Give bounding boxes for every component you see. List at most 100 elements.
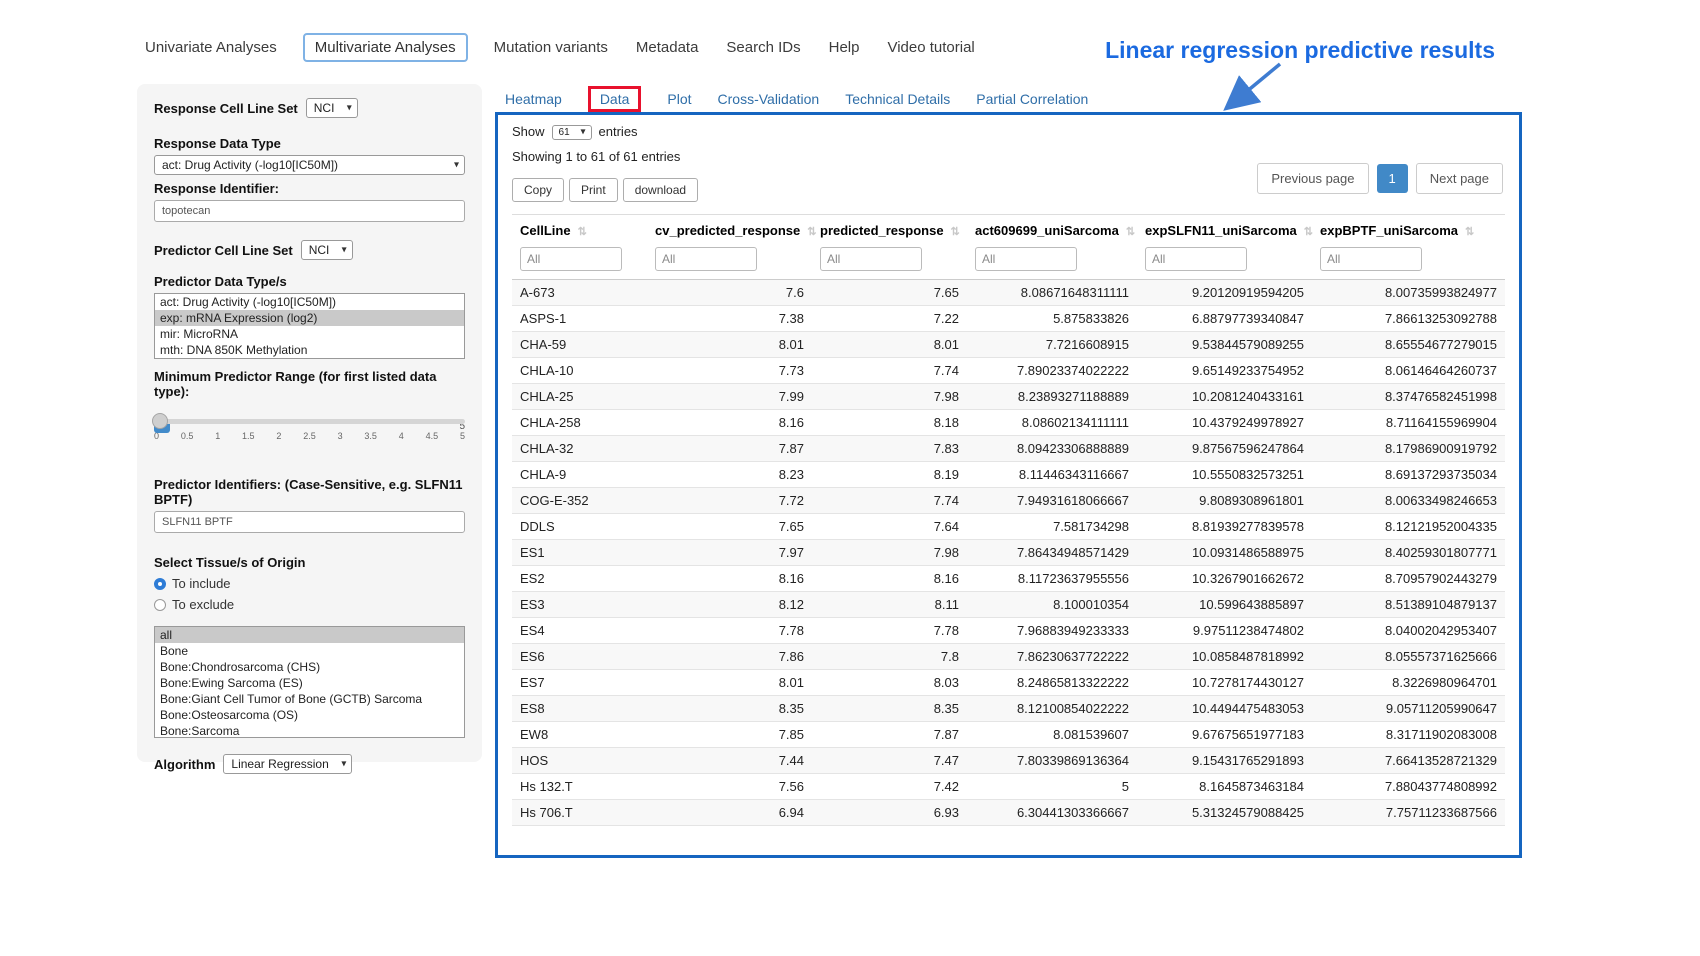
print-button[interactable]: Print <box>569 178 618 202</box>
min-predictor-range-label: Minimum Predictor Range (for first liste… <box>154 369 465 399</box>
sort-icon[interactable]: ⇅ <box>807 226 816 238</box>
table-row[interactable]: ASPS-17.387.225.8758338266.8879773934084… <box>512 306 1505 332</box>
filter-input-act609699-unisarcoma[interactable] <box>975 247 1077 271</box>
value-cell: 8.23 <box>647 462 812 488</box>
tissue-option[interactable]: Bone:Giant Cell Tumor of Bone (GCTB) Sar… <box>155 691 464 707</box>
table-row[interactable]: ES78.018.038.2486581332222210.7278174430… <box>512 670 1505 696</box>
value-cell: 9.97511238474802 <box>1137 618 1312 644</box>
table-row[interactable]: CHLA-98.238.198.1144634311666710.5550832… <box>512 462 1505 488</box>
table-row[interactable]: CHLA-257.997.988.2389327118888910.208124… <box>512 384 1505 410</box>
col-header-cellline[interactable]: CellLine⇅ <box>512 215 647 245</box>
current-page-button[interactable]: 1 <box>1377 164 1408 193</box>
table-row[interactable]: ES88.358.358.1210085402222210.4494475483… <box>512 696 1505 722</box>
slider-tick-label: 3 <box>338 431 343 441</box>
nav-tab-help[interactable]: Help <box>827 34 862 61</box>
filter-input-expbptf-unisarcoma[interactable] <box>1320 247 1422 271</box>
col-header-expbptf-unisarcoma[interactable]: expBPTF_uniSarcoma⇅ <box>1312 215 1505 245</box>
copy-button[interactable]: Copy <box>512 178 564 202</box>
tissue-option[interactable]: Bone:Sarcoma <box>155 723 464 738</box>
col-header-predicted-response[interactable]: predicted_response⇅ <box>812 215 967 245</box>
nav-tab-mutation-variants[interactable]: Mutation variants <box>492 34 610 61</box>
filter-input-expslfn11-unisarcoma[interactable] <box>1145 247 1247 271</box>
value-cell: 8.70957902443279 <box>1312 566 1505 592</box>
table-row[interactable]: EW87.857.878.0815396079.676756519771838.… <box>512 722 1505 748</box>
cellline-cell: CHLA-32 <box>512 436 647 462</box>
value-cell: 6.88797739340847 <box>1137 306 1312 332</box>
response-cell-line-set-select[interactable]: NCI <box>306 98 358 118</box>
predictor-data-type-option[interactable]: mth: DNA 850K Methylation <box>155 342 464 358</box>
predictor-data-type-option[interactable]: act: Drug Activity (-log10[IC50M]) <box>155 294 464 310</box>
response-data-type-select-wrap: act: Drug Activity (-log10[IC50M]) <box>154 155 465 175</box>
tissue-option[interactable]: all <box>155 627 464 643</box>
predictor-data-type-option[interactable]: mir: MicroRNA <box>155 326 464 342</box>
table-row[interactable]: HOS7.447.477.803398691363649.15431765291… <box>512 748 1505 774</box>
radio-to-include[interactable]: To include <box>154 576 465 591</box>
table-row[interactable]: Hs 706.T6.946.936.304413033666675.313245… <box>512 800 1505 826</box>
predictor-data-type-option[interactable]: exp: mRNA Expression (log2) <box>155 310 464 326</box>
tab-data[interactable]: Data <box>600 91 630 107</box>
filter-input-cellline[interactable] <box>520 247 622 271</box>
table-row[interactable]: Hs 132.T7.567.4258.16458734631847.880437… <box>512 774 1505 800</box>
min-predictor-range-slider[interactable]: 0 5 00.511.522.533.544.55 <box>154 419 465 467</box>
slider-handle[interactable] <box>152 413 168 429</box>
table-row[interactable]: ES47.787.787.968839492333339.97511238474… <box>512 618 1505 644</box>
table-row[interactable]: CHA-598.018.017.72166089159.538445790892… <box>512 332 1505 358</box>
tissue-option[interactable]: Bone:Osteosarcoma (OS) <box>155 707 464 723</box>
tab-cross-validation[interactable]: Cross-Validation <box>718 91 820 107</box>
tab-heatmap[interactable]: Heatmap <box>505 91 562 107</box>
slider-tick-labels: 00.511.522.533.544.55 <box>154 431 465 441</box>
red-highlight-box: Data <box>588 86 642 112</box>
filter-input-predicted-response[interactable] <box>820 247 922 271</box>
table-row[interactable]: ES67.867.87.8623063772222210.08584878189… <box>512 644 1505 670</box>
algorithm-select[interactable]: Linear Regression <box>223 754 352 774</box>
col-header-expslfn11-unisarcoma[interactable]: expSLFN11_uniSarcoma⇅ <box>1137 215 1312 245</box>
nav-tab-search-ids[interactable]: Search IDs <box>724 34 802 61</box>
col-header-act609699-unisarcoma[interactable]: act609699_uniSarcoma⇅ <box>967 215 1137 245</box>
table-row[interactable]: ES28.168.168.1172363795555610.3267901662… <box>512 566 1505 592</box>
predictor-data-types-listbox[interactable]: act: Drug Activity (-log10[IC50M])exp: m… <box>154 293 465 359</box>
value-cell: 8.06146464260737 <box>1312 358 1505 384</box>
filter-cell <box>967 244 1137 280</box>
table-row[interactable]: ES38.128.118.10001035410.5996438858978.5… <box>512 592 1505 618</box>
sort-icon[interactable]: ⇅ <box>951 226 960 238</box>
slider-track[interactable] <box>154 419 465 424</box>
table-row[interactable]: ES17.977.987.8643494857142910.0931486588… <box>512 540 1505 566</box>
table-row[interactable]: CHLA-327.877.838.094233068888899.8756759… <box>512 436 1505 462</box>
tab-plot[interactable]: Plot <box>667 91 691 107</box>
sort-icon[interactable]: ⇅ <box>1126 226 1135 238</box>
nav-tab-multivariate-analyses[interactable]: Multivariate Analyses <box>303 33 468 62</box>
tissue-option[interactable]: Bone:Chondrosarcoma (CHS) <box>155 659 464 675</box>
sort-icon[interactable]: ⇅ <box>578 226 587 238</box>
nav-tab-metadata[interactable]: Metadata <box>634 34 701 61</box>
table-row[interactable]: A-6737.67.658.086716483111119.2012091959… <box>512 280 1505 306</box>
show-entries-select[interactable]: 61 <box>552 125 592 140</box>
previous-page-button[interactable]: Previous page <box>1257 163 1368 194</box>
response-identifier-input[interactable] <box>154 200 465 222</box>
tab-technical-details[interactable]: Technical Details <box>845 91 950 107</box>
value-cell: 7.87 <box>812 722 967 748</box>
filter-input-cv-predicted-response[interactable] <box>655 247 757 271</box>
predictor-identifiers-input[interactable] <box>154 511 465 533</box>
nav-tab-video-tutorial[interactable]: Video tutorial <box>885 34 976 61</box>
value-cell: 7.87 <box>647 436 812 462</box>
radio-to-exclude[interactable]: To exclude <box>154 597 465 612</box>
col-header-cv-predicted-response[interactable]: cv_predicted_response⇅ <box>647 215 812 245</box>
showing-entries-text: Showing 1 to 61 of 61 entries <box>512 149 1505 164</box>
sort-icon[interactable]: ⇅ <box>1304 226 1313 238</box>
next-page-button[interactable]: Next page <box>1416 163 1503 194</box>
sort-icon[interactable]: ⇅ <box>1465 226 1474 238</box>
table-row[interactable]: COG-E-3527.727.747.949316180666679.80893… <box>512 488 1505 514</box>
table-row[interactable]: CHLA-2588.168.188.0860213411111110.43792… <box>512 410 1505 436</box>
tissue-listbox[interactable]: allBoneBone:Chondrosarcoma (CHS)Bone:Ewi… <box>154 626 465 738</box>
nav-tab-univariate-analyses[interactable]: Univariate Analyses <box>143 34 279 61</box>
download-button[interactable]: download <box>623 178 698 202</box>
tab-partial-correlation[interactable]: Partial Correlation <box>976 91 1088 107</box>
show-entries-prefix: Show <box>512 124 545 139</box>
value-cell: 8.01 <box>647 332 812 358</box>
response-data-type-select[interactable]: act: Drug Activity (-log10[IC50M]) <box>154 155 465 175</box>
table-row[interactable]: DDLS7.657.647.5817342988.819392778395788… <box>512 514 1505 540</box>
tissue-option[interactable]: Bone:Ewing Sarcoma (ES) <box>155 675 464 691</box>
table-row[interactable]: CHLA-107.737.747.890233740222229.6514923… <box>512 358 1505 384</box>
tissue-option[interactable]: Bone <box>155 643 464 659</box>
predictor-cell-line-set-select[interactable]: NCI <box>301 240 353 260</box>
